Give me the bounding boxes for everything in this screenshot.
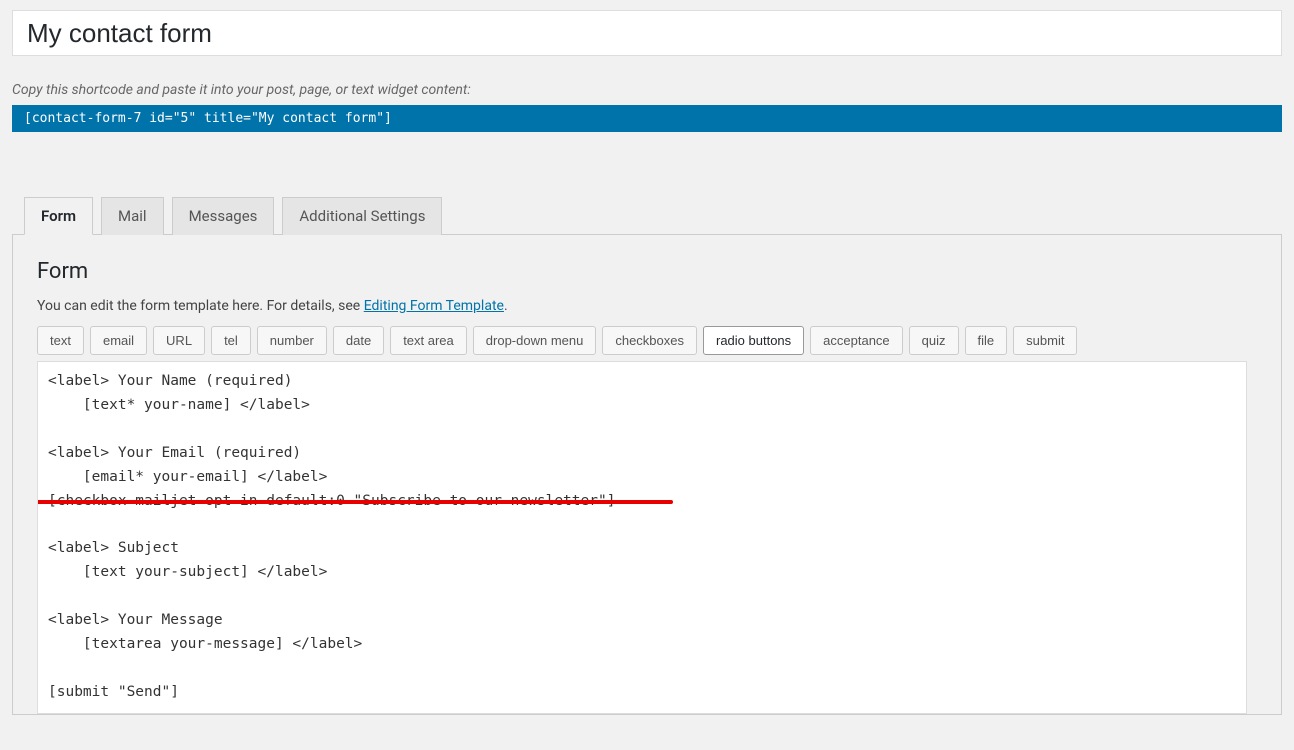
tag-email-button[interactable]: email [90,326,147,355]
tab-additional-settings[interactable]: Additional Settings [282,197,442,235]
tab-form[interactable]: Form [24,197,93,235]
panel-description-prefix: You can edit the form template here. For… [37,298,364,314]
tag-file-button[interactable]: file [965,326,1008,355]
form-title-input[interactable] [12,10,1282,56]
tag-url-button[interactable]: URL [153,326,205,355]
highlight-underline [37,500,673,504]
panel-heading: Form [37,259,1257,284]
form-template-content: <label> Your Name (required) [text* your… [48,373,615,700]
panel-description-suffix: . [504,298,508,314]
tag-date-button[interactable]: date [333,326,384,355]
tab-messages[interactable]: Messages [172,197,275,235]
tag-number-button[interactable]: number [257,326,327,355]
form-panel: Form You can edit the form template here… [12,234,1282,715]
shortcode-display[interactable]: [contact-form-7 id="5" title="My contact… [12,105,1282,132]
tag-text-button[interactable]: text [37,326,84,355]
tag-textarea-button[interactable]: text area [390,326,467,355]
tag-submit-button[interactable]: submit [1013,326,1077,355]
form-template-textarea[interactable]: <label> Your Name (required) [text* your… [37,361,1247,714]
tag-checkboxes-button[interactable]: checkboxes [602,326,697,355]
tag-radio-button[interactable]: radio buttons [703,326,804,355]
editing-form-template-link[interactable]: Editing Form Template [364,298,504,314]
tag-acceptance-button[interactable]: acceptance [810,326,903,355]
tag-dropdown-button[interactable]: drop-down menu [473,326,597,355]
tag-quiz-button[interactable]: quiz [909,326,959,355]
shortcode-hint-text: Copy this shortcode and paste it into yo… [12,82,1282,98]
tag-tel-button[interactable]: tel [211,326,251,355]
tab-bar: Form Mail Messages Additional Settings [24,196,1282,234]
tab-mail[interactable]: Mail [101,197,164,235]
tag-generator-row: text email URL tel number date text area… [37,326,1257,355]
panel-description: You can edit the form template here. For… [37,298,1257,314]
